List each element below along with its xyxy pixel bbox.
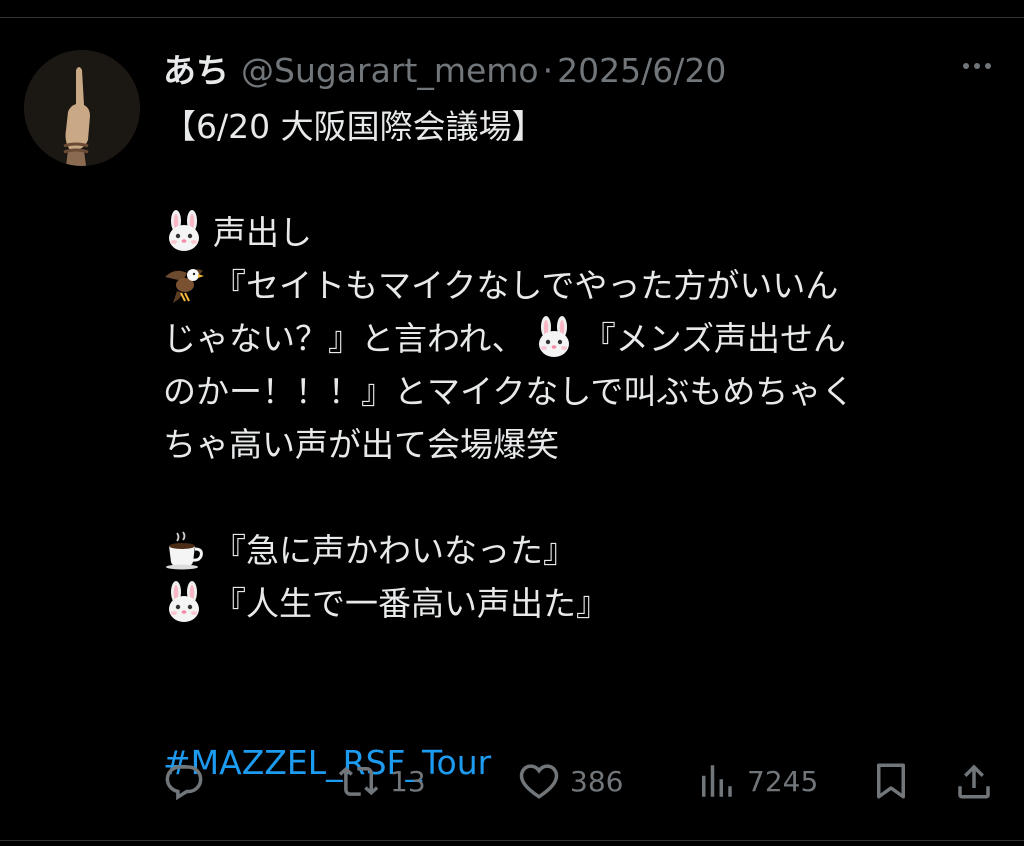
avatar[interactable] (24, 50, 140, 166)
text-segment: じゃない？』と言われ、 (163, 319, 525, 358)
more-dot (974, 63, 980, 69)
heart-icon (519, 764, 559, 799)
text-line: ちゃ高い声が出て会場爆笑 (163, 425, 559, 464)
retweet-count: 13 (390, 764, 426, 798)
text-line: 『急に声かわいなった』 (163, 524, 1008, 577)
retweet-icon (338, 766, 379, 796)
eagle-emoji (163, 263, 205, 305)
views-button[interactable]: 7245 (695, 752, 818, 810)
tweet-header: あち @Sugarart_memo · 2025/6/20 (163, 44, 726, 90)
bookmark-icon (877, 763, 905, 799)
text-line: じゃない？』と言われ、 『メンズ声出せん (163, 312, 1008, 365)
hot-beverage-emoji (163, 528, 205, 570)
tweet-text: 【6/20 大阪国際会議場】 声出し 『セイトもマイクなしでやった方がいいん じ… (163, 100, 1008, 789)
text-segment: 『急に声かわいなった』 (213, 531, 576, 570)
more-dot (985, 63, 991, 69)
text-segment: 『セイトもマイクなしでやった方がいいん (213, 266, 839, 305)
tweet-date[interactable]: 2025/6/20 (557, 51, 726, 90)
like-button[interactable]: 386 (518, 752, 623, 810)
text-line: 【6/20 大阪国際会議場】 (163, 107, 545, 146)
rabbit-face-emoji (163, 581, 205, 623)
text-line: 『セイトもマイクなしでやった方がいいん (163, 259, 1008, 312)
bookmark-button[interactable] (870, 752, 912, 810)
more-options-button[interactable] (955, 56, 999, 76)
reply-icon (165, 765, 203, 801)
top-divider (0, 17, 1024, 18)
separator-dot: · (542, 51, 554, 90)
analytics-icon (702, 765, 732, 797)
like-count: 386 (570, 764, 624, 798)
share-icon (958, 764, 990, 799)
share-button[interactable] (953, 752, 995, 810)
text-line: のかー！！！』とマイクなしで叫ぶもめちゃく (163, 372, 855, 411)
rabbit-face-emoji (533, 316, 575, 358)
more-dot (963, 63, 969, 69)
views-count: 7245 (747, 764, 819, 798)
text-segment: 『メンズ声出せん (582, 319, 847, 358)
text-line: 声出し (163, 206, 1008, 259)
text-segment: 『人生で一番高い声出た』 (213, 584, 609, 623)
text-segment: 声出し (213, 213, 312, 252)
retweet-button[interactable]: 13 (338, 752, 426, 810)
bottom-divider (0, 840, 1024, 841)
avatar-image (24, 50, 140, 166)
action-bar: 13 386 7245 (163, 752, 1008, 810)
reply-button[interactable] (163, 752, 205, 810)
user-handle[interactable]: @Sugarart_memo (241, 51, 539, 90)
display-name[interactable]: あち (163, 44, 229, 92)
text-line: 『人生で一番高い声出た』 (163, 577, 1008, 630)
rabbit-face-emoji (163, 210, 205, 252)
